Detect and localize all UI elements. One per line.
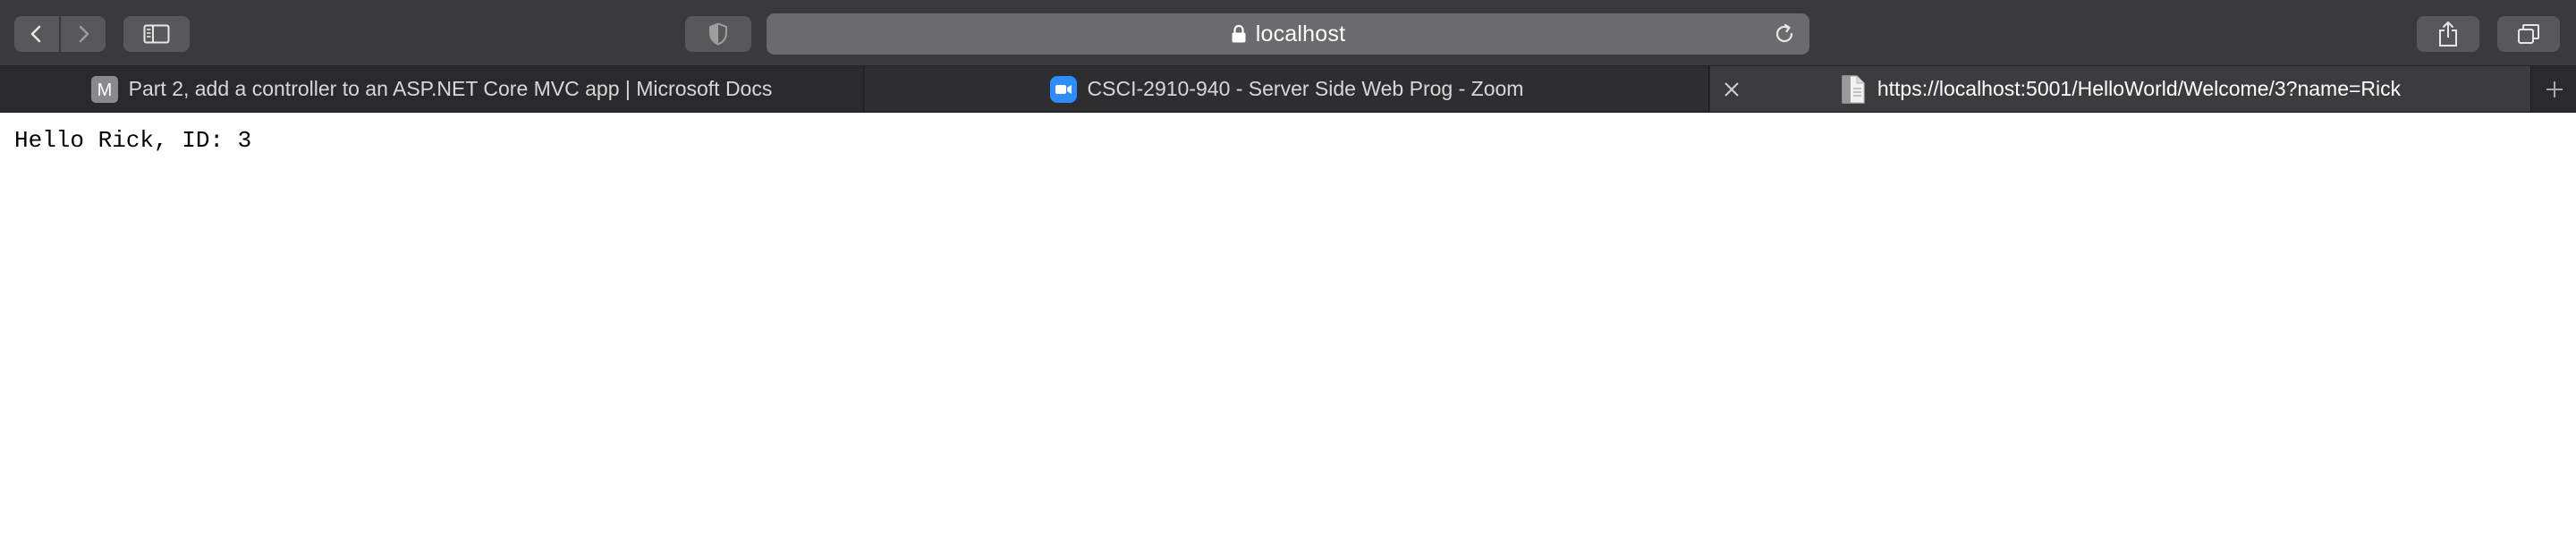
new-tab-button[interactable]: [2533, 66, 2576, 112]
tab-overview-button[interactable]: [2497, 16, 2560, 52]
reload-icon[interactable]: [1774, 23, 1795, 49]
tab-localhost[interactable]: https://localhost:5001/HelloWorld/Welcom…: [1710, 66, 2531, 112]
address-host: localhost: [1255, 21, 1346, 47]
close-icon: [1724, 82, 1739, 97]
microsoft-docs-favicon-icon: M: [90, 75, 118, 103]
tab-close-button[interactable]: [1719, 77, 1744, 102]
chevron-left-icon: [30, 25, 41, 43]
tab-microsoft-docs[interactable]: M Part 2, add a controller to an ASP.NET…: [0, 66, 864, 112]
page-body-text: Hello Rick, ID: 3: [14, 127, 252, 154]
browser-toolbar: localhost: [0, 0, 2576, 66]
sidebar-toggle-button[interactable]: [123, 16, 190, 52]
share-icon: [2439, 21, 2457, 47]
chevron-right-icon: [79, 25, 89, 43]
document-icon: [1842, 74, 1865, 104]
shield-icon: [709, 22, 727, 46]
back-button[interactable]: [14, 16, 59, 52]
tab-bar: M Part 2, add a controller to an ASP.NET…: [0, 66, 2576, 113]
tabs-overview-icon: [2518, 24, 2539, 44]
forward-button[interactable]: [61, 16, 106, 52]
tab-zoom[interactable]: CSCI-2910-940 - Server Side Web Prog - Z…: [865, 66, 1709, 112]
plus-icon: [2546, 80, 2563, 97]
sidebar-icon: [143, 24, 170, 44]
share-button[interactable]: [2417, 16, 2479, 52]
privacy-report-button[interactable]: [685, 16, 751, 52]
tab-title: CSCI-2910-940 - Server Side Web Prog - Z…: [1087, 77, 1524, 100]
lock-icon: [1231, 24, 1247, 44]
address-bar[interactable]: localhost: [767, 13, 1809, 55]
favicon-letter: M: [97, 80, 112, 100]
tab-title: Part 2, add a controller to an ASP.NET C…: [128, 77, 773, 100]
tab-title: https://localhost:5001/HelloWorld/Welcom…: [1877, 77, 2402, 100]
zoom-icon: [1049, 75, 1077, 103]
